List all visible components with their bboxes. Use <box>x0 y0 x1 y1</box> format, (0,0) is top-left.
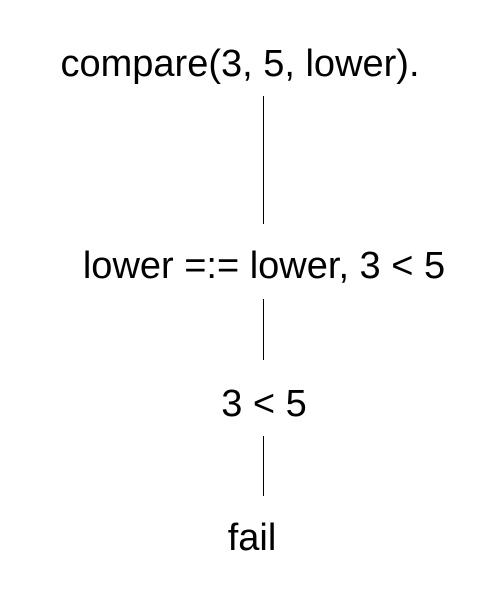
edge-goal-to-comparison <box>263 299 264 360</box>
edge-comparison-to-result <box>263 436 264 496</box>
edge-query-to-goal <box>263 96 264 224</box>
query-node: compare(3, 5, lower). <box>60 43 420 85</box>
goal-node-comparison: 3 < 5 <box>221 383 307 425</box>
goal-node-unify: lower =:= lower, 3 < 5 <box>82 245 446 287</box>
result-node-fail: fail <box>227 517 277 559</box>
